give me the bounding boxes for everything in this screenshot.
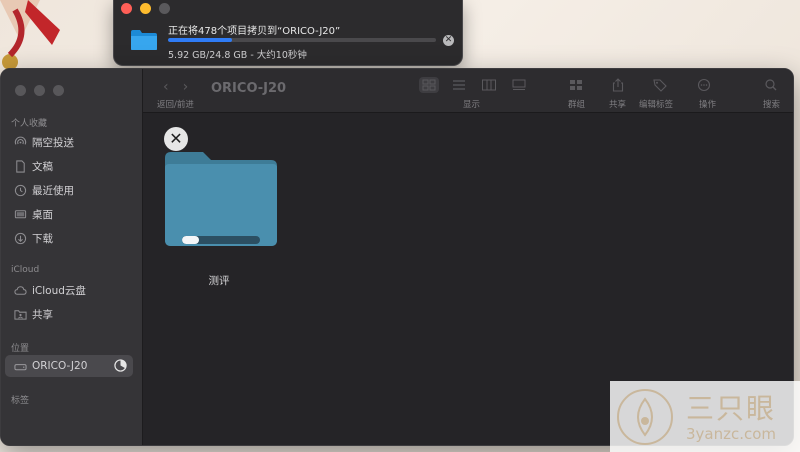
list-view-button[interactable] [449,77,469,93]
back-arrow-icon[interactable]: ‹ [163,79,169,95]
desktop-icon [13,207,27,221]
wallpaper-art [0,0,60,70]
sidebar: 个人收藏 隔空投送 文稿 最近使用 桌面 下载 iCloud iCloud云盘 … [1,69,143,445]
finder-window-controls [15,85,64,96]
view-mode-group [419,77,529,93]
group-label: 群组 [568,100,586,110]
column-view-button[interactable] [479,77,499,93]
folder-icon [131,30,157,50]
shared-folder-icon [13,307,27,321]
share-label: 共享 [609,100,627,110]
cancel-copy-icon[interactable]: ✕ [164,127,188,151]
watermark-text: 三只眼 [686,392,777,425]
share-icon [612,78,624,92]
copy-status-title: 正在将478个项目拷贝到“ORICO-J20” [168,26,341,37]
sidebar-item-airdrop[interactable]: 隔空投送 [5,131,133,153]
sidebar-item-shared[interactable]: 共享 [5,303,133,325]
group-button[interactable] [566,77,586,93]
gallery-view-button[interactable] [509,77,529,93]
edit-tags-button[interactable] [650,77,670,93]
sidebar-item-label: iCloud云盘 [32,284,86,297]
sidebar-item-label: 最近使用 [32,184,74,197]
sidebar-item-label: 文稿 [32,160,53,173]
sidebar-item-recents[interactable]: 最近使用 [5,179,133,201]
share-button[interactable] [608,77,628,93]
sidebar-item-icloud-drive[interactable]: iCloud云盘 [5,279,133,301]
sidebar-item-label: 下载 [32,232,53,245]
document-icon [13,159,27,173]
clock-icon [13,183,27,197]
folder-copy-progress-fill [182,236,200,244]
edit-tags-label: 编辑标签 [639,100,674,110]
watermark: 三只眼 3yanzc.com [610,381,800,452]
icon-view-button[interactable] [419,77,439,93]
minimize-window-button[interactable] [140,3,151,14]
list-icon [453,80,465,90]
sidebar-section-tags: 标签 [11,396,30,406]
window-title: ORICO-J20 [211,81,287,96]
view-label: 显示 [463,100,481,110]
columns-icon [482,79,496,91]
copy-progress-bar [168,38,436,42]
forward-arrow-icon[interactable]: › [183,79,189,95]
action-button[interactable] [694,77,714,93]
airdrop-icon [13,135,27,149]
tag-icon [653,79,667,92]
sidebar-item-orico-j20[interactable]: ORICO-J20 [5,355,133,377]
minimize-window-button[interactable] [34,85,45,96]
search-button[interactable] [761,77,781,93]
download-icon [13,231,27,245]
search-label: 搜索 [763,100,781,110]
sidebar-item-label: ORICO-J20 [32,360,88,372]
sidebar-item-label: 共享 [32,308,53,321]
group-icon [570,80,582,90]
copy-progress-detail: 5.92 GB/24.8 GB - 大约10秒钟 [168,50,307,61]
grid-icon [422,79,436,91]
cloud-icon [13,283,27,297]
gallery-icon [512,79,526,90]
finder-toolbar: ‹ › 返回/前进 ORICO-J20 显示 群组 共享 编辑标签 操作 搜索 [143,69,793,113]
ellipsis-circle-icon [697,78,711,92]
sidebar-section-favorites: 个人收藏 [11,119,48,129]
zoom-window-button[interactable] [53,85,64,96]
zoom-window-button[interactable] [159,3,170,14]
copy-progress-window: 正在将478个项目拷贝到“ORICO-J20” ✕ 5.92 GB/24.8 G… [113,0,463,66]
sidebar-item-documents[interactable]: 文稿 [5,155,133,177]
sidebar-item-desktop[interactable]: 桌面 [5,203,133,225]
sidebar-item-label: 桌面 [32,208,53,221]
window-controls [121,3,170,14]
sidebar-section-locations: 位置 [11,344,30,354]
sidebar-section-icloud: iCloud [11,265,40,275]
folder-icon[interactable] [163,150,279,248]
folder-name-label[interactable]: 测评 [195,273,243,288]
folder-copy-progress-bar [182,236,260,244]
nav-buttons: ‹ › [163,79,188,95]
sidebar-item-label: 隔空投送 [32,136,74,149]
search-icon [765,79,777,91]
watermark-logo-icon [617,389,673,445]
close-window-button[interactable] [15,85,26,96]
action-label: 操作 [699,100,717,110]
cancel-copy-button[interactable]: ✕ [443,35,454,46]
close-window-button[interactable] [121,3,132,14]
watermark-url: 3yanzc.com [686,425,777,443]
sidebar-item-downloads[interactable]: 下载 [5,227,133,249]
drive-icon [13,359,27,373]
disk-usage-pie-icon [114,359,127,372]
nav-label: 返回/前进 [157,100,194,110]
copy-progress-fill [168,38,233,42]
